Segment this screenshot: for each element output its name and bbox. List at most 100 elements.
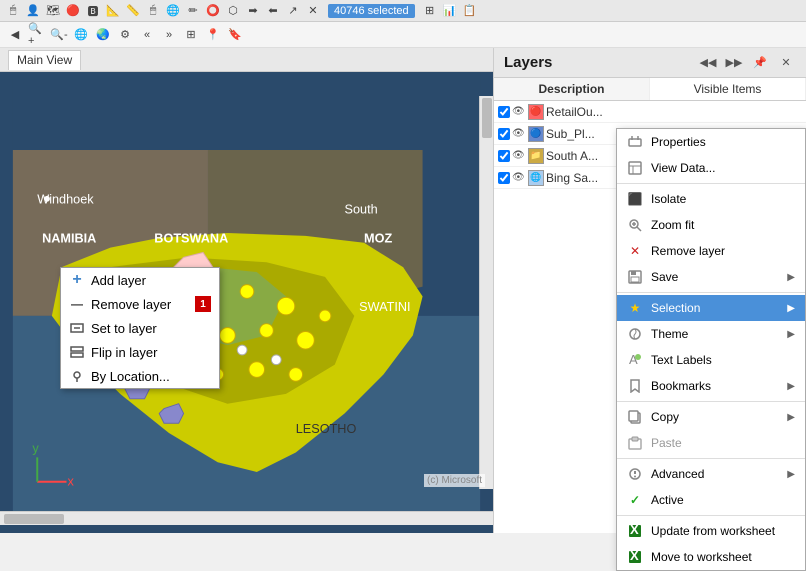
svg-text:x: x	[67, 475, 74, 489]
main-layout: Main View	[0, 48, 806, 533]
toolbar-icon-15[interactable]: ↗	[284, 2, 302, 20]
copy-arrow: ▶	[787, 412, 795, 423]
cm-save-label: Save	[651, 270, 779, 284]
cm-advanced-label: Advanced	[651, 467, 779, 481]
toolbar-icon-1[interactable]: 🖱	[4, 2, 22, 20]
cm-update-worksheet[interactable]: X Update from worksheet	[617, 518, 805, 544]
map-horizontal-scrollbar[interactable]	[0, 511, 493, 525]
layer-eye-1[interactable]: 👁	[512, 106, 526, 117]
cm-set-to-layer-label: Set to layer	[91, 321, 157, 336]
cm-bookmarks[interactable]: Bookmarks ▶	[617, 373, 805, 399]
cm-separator-1	[617, 183, 805, 184]
toolbar-icon-6[interactable]: 📐	[104, 2, 122, 20]
toolbar-icon-10[interactable]: ✏	[184, 2, 202, 20]
layers-close-btn[interactable]: ✕	[776, 53, 796, 73]
cm-advanced[interactable]: Advanced ▶	[617, 461, 805, 487]
save-icon	[627, 269, 643, 285]
toolbar-icon-2[interactable]: 👤	[24, 2, 42, 20]
layer-eye-4[interactable]: 👁	[512, 172, 526, 183]
v-scroll-thumb[interactable]	[482, 98, 492, 138]
isolate-icon: ⬛	[627, 191, 643, 207]
map-copyright: (c) Microsoft	[424, 474, 485, 487]
map-panel: Main View	[0, 48, 493, 533]
cm-properties[interactable]: Properties	[617, 129, 805, 155]
cm-separator-5	[617, 515, 805, 516]
cm-theme[interactable]: Theme ▶	[617, 321, 805, 347]
layer-checkbox-4[interactable]	[498, 172, 510, 184]
map-pin-icon[interactable]: 📍	[204, 26, 222, 44]
toolbar-icon-17[interactable]: ⊞	[421, 2, 439, 20]
main-view-tab[interactable]: Main View	[8, 50, 81, 70]
toolbar-icon-9[interactable]: 🌐	[164, 2, 182, 20]
nav-arrow-icon[interactable]: ◀	[6, 26, 24, 44]
chevron-left-icon[interactable]: «	[138, 26, 156, 44]
flip-in-layer-icon	[69, 344, 85, 360]
layer-row-1[interactable]: 👁 🔴 RetailOu...	[494, 101, 806, 123]
toolbar-icon-14[interactable]: ⬅	[264, 2, 282, 20]
layers-pin-btn[interactable]: 📌	[750, 53, 770, 73]
cm-isolate[interactable]: ⬛ Isolate	[617, 186, 805, 212]
zoom-out-icon[interactable]: 🔍-	[50, 26, 68, 44]
layers-forward-btn[interactable]: ▶▶	[724, 53, 744, 73]
toolbar-icon-12[interactable]: ⬡	[224, 2, 242, 20]
cm-save[interactable]: Save ▶	[617, 264, 805, 290]
cm-remove-layer-right[interactable]: ✕ Remove layer	[617, 238, 805, 264]
cm-copy[interactable]: Copy ▶	[617, 404, 805, 430]
cm-remove-layer-right-label: Remove layer	[651, 244, 795, 258]
globe-icon[interactable]: 🌐	[72, 26, 90, 44]
cm-add-layer[interactable]: + Add layer	[61, 268, 219, 292]
layer-icon-1: 🔴	[528, 104, 544, 120]
layer-eye-2[interactable]: 👁	[512, 128, 526, 139]
cm-text-labels[interactable]: A Text Labels	[617, 347, 805, 373]
cm-flip-in-layer[interactable]: Flip in layer	[61, 340, 219, 364]
layer-context-menu: + Add layer — Remove layer 1 Set to laye…	[60, 267, 220, 389]
layers-back-btn[interactable]: ◀◀	[698, 53, 718, 73]
bookmark-icon[interactable]: 🔖	[226, 26, 244, 44]
toolbar-icon-8[interactable]: 🖱	[144, 2, 162, 20]
toolbar-icon-11[interactable]: ⭕	[204, 2, 222, 20]
cm-view-data[interactable]: View Data...	[617, 155, 805, 181]
save-arrow: ▶	[787, 272, 795, 283]
chevron-right-icon[interactable]: »	[160, 26, 178, 44]
toolbar-icon-16[interactable]: ✕	[304, 2, 322, 20]
zoom-in-icon[interactable]: 🔍+	[28, 26, 46, 44]
cm-active[interactable]: ✓ Active	[617, 487, 805, 513]
tab-visible-items[interactable]: Visible Items	[650, 78, 806, 100]
cm-by-location[interactable]: By Location...	[61, 364, 219, 388]
tab-description[interactable]: Description	[494, 78, 650, 100]
properties-icon	[627, 134, 643, 150]
map-vertical-scrollbar[interactable]	[479, 96, 493, 489]
map-tab-bar: Main View	[0, 48, 493, 72]
map-view[interactable]: NAMIBIA BOTSWANA MOZ SWATINI LESOTHO Win…	[0, 72, 493, 511]
cm-active-label: Active	[651, 493, 795, 507]
selection-icon: ★	[627, 300, 643, 316]
globe2-icon[interactable]: 🌏	[94, 26, 112, 44]
toolbar-icon-4[interactable]: 🔴	[64, 2, 82, 20]
toolbar-icon-13[interactable]: ➡	[244, 2, 262, 20]
layer-checkbox-1[interactable]	[498, 106, 510, 118]
h-scroll-thumb[interactable]	[4, 514, 64, 524]
gear-icon[interactable]: ⚙	[116, 26, 134, 44]
cm-remove-layer[interactable]: — Remove layer 1	[61, 292, 219, 316]
view-data-icon	[627, 160, 643, 176]
grid-icon[interactable]: ⊞	[182, 26, 200, 44]
layer-icon-4: 🌐	[528, 170, 544, 186]
right-context-menu: Properties View Data... ⬛ Isolate Zoom f	[616, 128, 806, 571]
layer-checkbox-2[interactable]	[498, 128, 510, 140]
toolbar-icon-5[interactable]: 🅱	[84, 2, 102, 20]
cm-set-to-layer[interactable]: Set to layer	[61, 316, 219, 340]
toolbar-icon-3[interactable]: 🗺	[44, 2, 62, 20]
cm-text-labels-label: Text Labels	[651, 353, 795, 367]
toolbar-icon-19[interactable]: 📋	[461, 2, 479, 20]
cm-by-location-label: By Location...	[91, 369, 170, 384]
remove-layer-icon: —	[69, 296, 85, 312]
toolbar-icon-7[interactable]: 📏	[124, 2, 142, 20]
cm-paste[interactable]: Paste	[617, 430, 805, 456]
layer-checkbox-3[interactable]	[498, 150, 510, 162]
cm-selection[interactable]: ★ Selection ▶	[617, 295, 805, 321]
svg-text:MOZ: MOZ	[364, 232, 392, 246]
toolbar-icon-18[interactable]: 📊	[441, 2, 459, 20]
cm-move-worksheet[interactable]: X Move to worksheet	[617, 544, 805, 570]
layer-eye-3[interactable]: 👁	[512, 150, 526, 161]
cm-zoom-fit[interactable]: Zoom fit	[617, 212, 805, 238]
